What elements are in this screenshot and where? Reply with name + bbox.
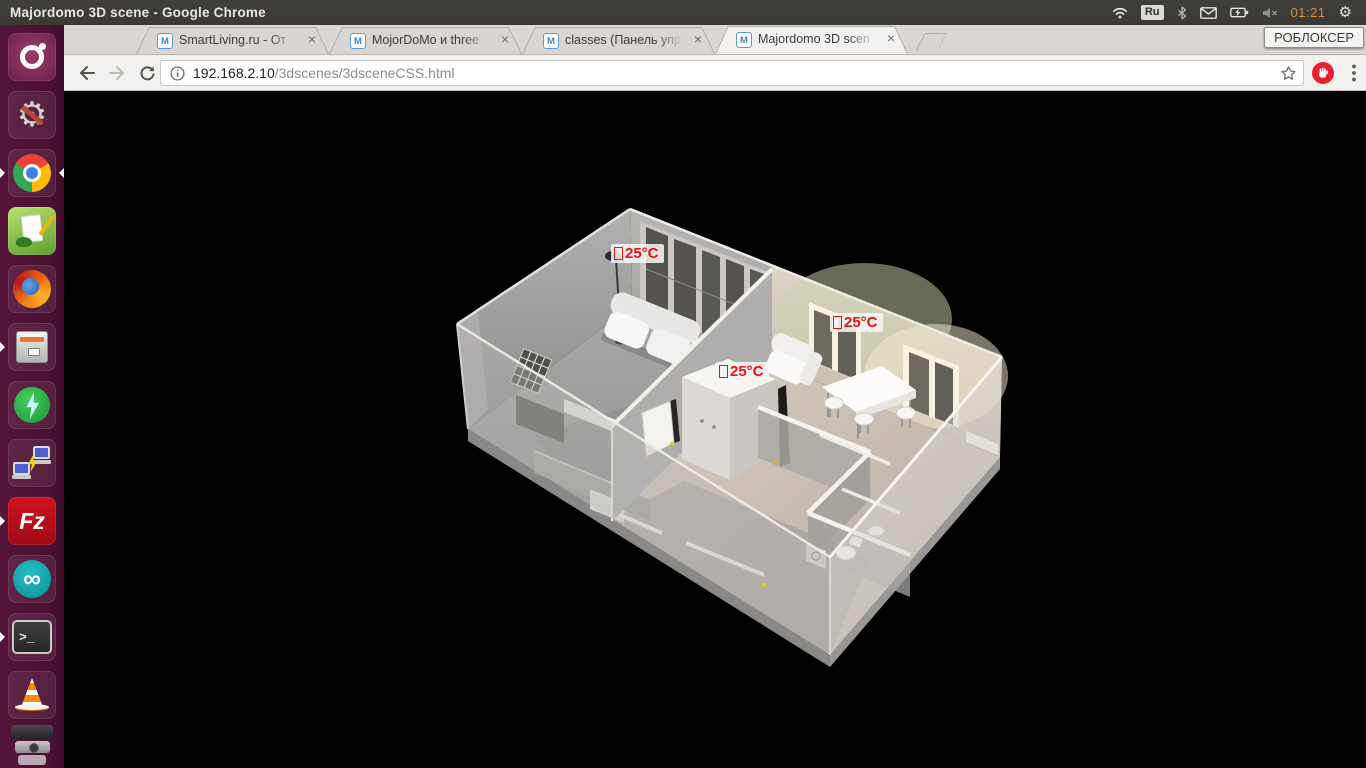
chrome-icon (13, 154, 51, 192)
arduino-icon: ∞ (13, 560, 51, 598)
back-button[interactable] (74, 60, 100, 86)
focused-indicator-icon (59, 168, 64, 178)
tab-close-icon[interactable]: × (304, 32, 320, 48)
filezilla-icon: Fz (19, 507, 45, 534)
top-panel: Majordomo 3D scene - Google Chrome Ru 01… (0, 0, 1366, 25)
launcher-item-chrome[interactable] (0, 149, 64, 197)
tab-classes-admin[interactable]: M classes (Панель упр × (522, 27, 715, 54)
vlc-cone-icon (15, 678, 49, 712)
ubuntu-logo-icon (20, 43, 46, 69)
running-indicator-icon (0, 516, 5, 526)
keyboard-layout-indicator[interactable]: Ru (1140, 5, 1164, 20)
launcher-item-firefox[interactable] (8, 265, 56, 313)
temperature-value: 25°C (730, 363, 764, 380)
chameleon-icon (16, 237, 32, 247)
running-indicator-icon (0, 168, 5, 178)
tab-close-icon[interactable]: × (883, 31, 899, 47)
address-bar[interactable]: 192.168.2.10/3dscenes/3dsceneCSS.html (160, 60, 1304, 86)
tab-close-icon[interactable]: × (690, 32, 706, 48)
green-lightning-icon (14, 387, 50, 423)
temperature-value: 25°C (625, 245, 659, 262)
chrome-window: M SmartLiving.ru - От × M MojorDoMo и th… (64, 25, 1366, 768)
majordomo-favicon-icon: M (736, 32, 752, 48)
running-indicator-icon (0, 342, 5, 352)
reload-button[interactable] (134, 60, 160, 86)
launcher-item-file-archiver[interactable] (0, 323, 56, 371)
temperature-sensor-label: 25°C (716, 362, 769, 381)
clock[interactable]: 01:21 (1291, 5, 1326, 20)
tab-majordomo-3d-scene[interactable]: M Majordomo 3D scen × (715, 26, 908, 54)
url-host: 192.168.2.10 (193, 65, 275, 81)
thermometer-glyph-icon (614, 247, 623, 260)
mail-icon[interactable] (1199, 6, 1217, 19)
temperature-value: 25°C (844, 314, 878, 331)
bookmark-star-icon[interactable] (1280, 65, 1297, 82)
thermometer-glyph-icon (719, 365, 728, 378)
majordomo-favicon-icon: M (350, 33, 366, 49)
launcher-item-arduino[interactable]: ∞ (8, 555, 56, 603)
forward-button[interactable] (104, 60, 130, 86)
tab-smartliving[interactable]: M SmartLiving.ru - От × (136, 27, 329, 54)
temperature-sensor-label: 25°C (830, 313, 883, 332)
folded-phone-icon[interactable] (11, 725, 53, 739)
majordomo-favicon-icon: M (157, 33, 173, 49)
page-content-3d-scene[interactable]: 25°C 25°C 25°C (64, 91, 1366, 768)
battery-charging-icon[interactable] (1229, 7, 1249, 18)
thermometer-glyph-icon (833, 316, 842, 329)
temperature-sensor-label: 25°C (611, 244, 664, 263)
launcher-item-lightning-app[interactable] (8, 381, 56, 429)
launcher-item-system-settings[interactable]: ⚙ (8, 91, 56, 139)
terminal-icon: >_ (12, 620, 52, 654)
tab-close-icon[interactable]: × (497, 32, 513, 48)
launcher-item-vlc[interactable] (8, 671, 56, 719)
session-gear-icon[interactable]: ⚙ (1339, 5, 1352, 20)
folded-paper-icon[interactable] (18, 755, 46, 765)
firefox-icon (13, 270, 51, 308)
tab-strip: M SmartLiving.ru - От × M MojorDoMo и th… (64, 25, 1366, 55)
chrome-menu-icon[interactable] (1344, 62, 1364, 84)
url-path: /3dscenes/3dsceneCSS.html (274, 65, 455, 81)
launcher-folded-items[interactable] (11, 725, 53, 765)
page-info-icon[interactable] (170, 65, 185, 81)
computers-lightning-icon (12, 443, 52, 483)
launcher-item-filezilla[interactable]: Fz (0, 497, 56, 545)
window-title: Majordomo 3D scene - Google Chrome (10, 5, 266, 20)
launcher-item-remote-connection[interactable] (8, 439, 56, 487)
roblokser-badge: РОБЛОКСЕР (1264, 27, 1364, 48)
house-3d-render (456, 207, 1008, 667)
tab-mojordomo-three[interactable]: M MojorDoMo и three × (329, 27, 522, 54)
browser-toolbar: 192.168.2.10/3dscenes/3dsceneCSS.html (64, 55, 1366, 91)
launcher-item-ubuntu-dash[interactable] (8, 33, 56, 81)
launcher-item-notepad-editor[interactable] (8, 207, 56, 255)
launcher-item-terminal[interactable]: >_ (0, 613, 56, 661)
url-text[interactable]: 192.168.2.10/3dscenes/3dsceneCSS.html (193, 65, 1280, 81)
bluetooth-icon[interactable] (1177, 6, 1187, 20)
majordomo-favicon-icon: M (543, 33, 559, 49)
new-tab-button[interactable] (916, 33, 947, 50)
file-cabinet-icon (16, 331, 48, 363)
system-tray: Ru 01:21 ⚙ (1112, 5, 1366, 20)
adblock-extension-icon[interactable] (1312, 62, 1334, 84)
volume-muted-icon[interactable] (1262, 7, 1278, 19)
unity-launcher: ⚙ Fz ∞ >_ (0, 25, 64, 768)
running-indicator-icon (0, 632, 5, 642)
folded-camera-icon[interactable] (14, 741, 50, 753)
wifi-icon[interactable] (1112, 6, 1128, 19)
